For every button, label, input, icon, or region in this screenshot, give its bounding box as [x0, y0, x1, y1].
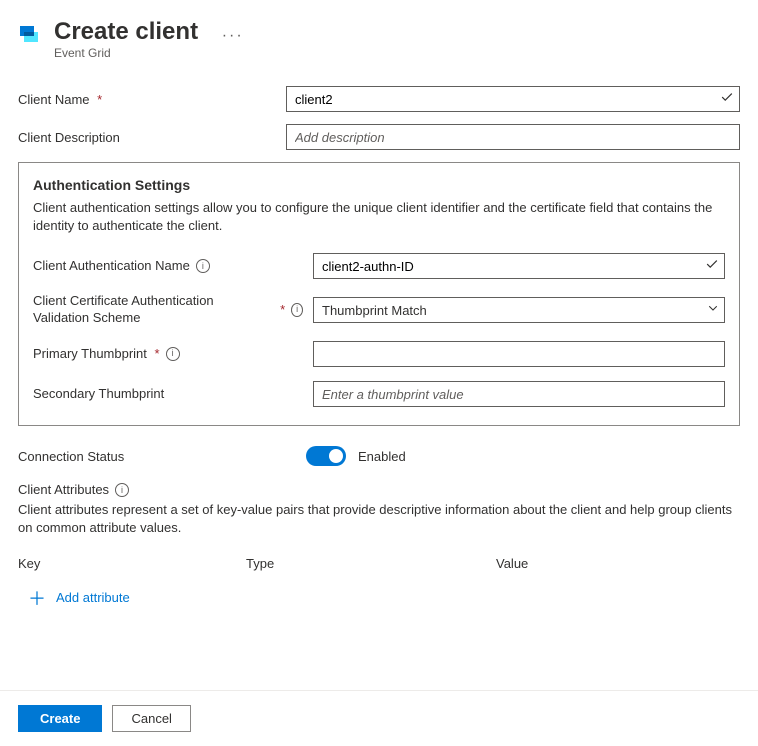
event-grid-icon	[18, 22, 42, 46]
authentication-settings-panel: Authentication Settings Client authentic…	[18, 162, 740, 426]
add-attribute-button[interactable]: ＋ Add attribute	[28, 585, 740, 611]
title-block: Create client ··· Event Grid	[54, 18, 740, 60]
auth-panel-title: Authentication Settings	[33, 177, 725, 193]
primary-thumbprint-input[interactable]	[313, 341, 725, 367]
client-attributes-description: Client attributes represent a set of key…	[18, 501, 740, 537]
connection-status-row: Connection Status Enabled	[18, 446, 740, 466]
connection-status-toggle[interactable]	[306, 446, 346, 466]
create-button[interactable]: Create	[18, 705, 102, 732]
auth-name-row: Client Authentication Name i	[33, 253, 725, 279]
plus-icon: ＋	[28, 585, 46, 611]
attributes-header-row: Key Type Value	[18, 556, 740, 571]
page-header: Create client ··· Event Grid	[18, 18, 740, 60]
client-description-input[interactable]	[286, 124, 740, 150]
attr-col-value: Value	[496, 556, 740, 571]
connection-status-state: Enabled	[358, 449, 406, 464]
client-name-label: Client Name *	[18, 92, 276, 107]
client-name-row: Client Name *	[18, 86, 740, 112]
client-description-row: Client Description	[18, 124, 740, 150]
attr-col-key: Key	[18, 556, 246, 571]
secondary-thumbprint-input[interactable]	[313, 381, 725, 407]
validation-scheme-label: Client Certificate Authentication Valida…	[33, 293, 303, 327]
add-attribute-label: Add attribute	[56, 590, 130, 605]
validation-scheme-row: Client Certificate Authentication Valida…	[33, 293, 725, 327]
info-icon[interactable]: i	[166, 347, 180, 361]
info-icon[interactable]: i	[115, 483, 129, 497]
connection-status-label: Connection Status	[18, 449, 306, 464]
footer-bar: Create Cancel	[0, 690, 758, 746]
auth-name-input[interactable]	[313, 253, 725, 279]
client-description-label: Client Description	[18, 130, 276, 145]
cancel-button[interactable]: Cancel	[112, 705, 190, 732]
primary-thumbprint-label: Primary Thumbprint * i	[33, 346, 303, 363]
client-attributes-label: Client Attributes i	[18, 482, 740, 497]
validation-scheme-select[interactable]: Thumbprint Match	[313, 297, 725, 323]
more-actions-button[interactable]: ···	[222, 27, 244, 45]
auth-panel-description: Client authentication settings allow you…	[33, 199, 725, 235]
info-icon[interactable]: i	[196, 259, 210, 273]
toggle-knob	[329, 449, 343, 463]
secondary-thumbprint-label: Secondary Thumbprint	[33, 386, 303, 403]
info-icon[interactable]: i	[291, 303, 303, 317]
page-title: Create client	[54, 18, 198, 46]
primary-thumbprint-row: Primary Thumbprint * i	[33, 341, 725, 367]
page-subtitle: Event Grid	[54, 46, 740, 60]
attr-col-type: Type	[246, 556, 496, 571]
auth-name-label: Client Authentication Name i	[33, 258, 303, 275]
secondary-thumbprint-row: Secondary Thumbprint	[33, 381, 725, 407]
client-name-input[interactable]	[286, 86, 740, 112]
